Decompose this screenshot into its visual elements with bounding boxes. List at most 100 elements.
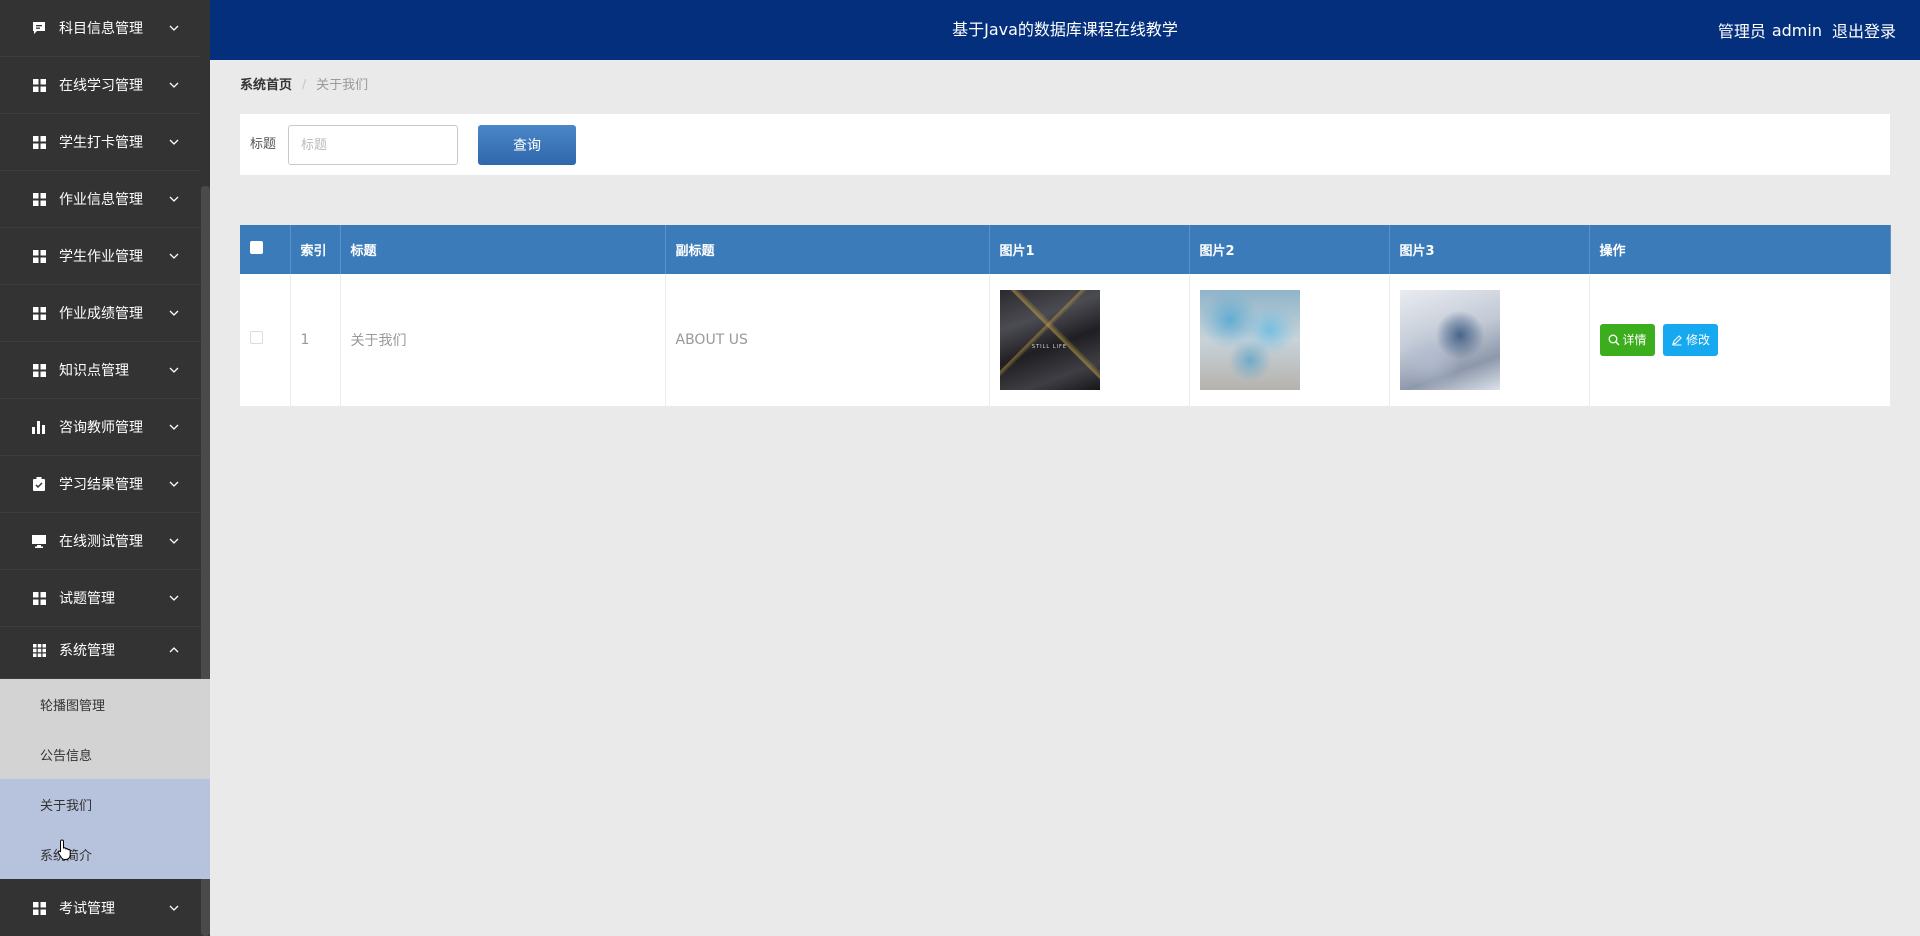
- breadcrumb-current: 关于我们: [316, 78, 369, 93]
- grid-icon: [31, 77, 47, 93]
- breadcrumb: 系统首页 / 关于我们: [240, 74, 369, 94]
- column-header-image2: 图片2: [1189, 225, 1390, 274]
- menu-item-label: 在线学习管理: [59, 78, 143, 94]
- menu-item-homework-grades[interactable]: 作业成绩管理: [0, 285, 201, 342]
- grid-icon: [31, 362, 47, 378]
- search-panel: 标题 查询: [240, 114, 1890, 175]
- row-select-cell: [240, 274, 291, 407]
- submenu-item-announcements[interactable]: 公告信息: [0, 729, 210, 779]
- hand-cursor-icon: [57, 839, 73, 861]
- chevron-down-icon: [167, 306, 181, 320]
- pencil-icon: [1671, 334, 1683, 346]
- menu-item-label: 作业信息管理: [59, 192, 143, 208]
- menu-item-system-management[interactable]: 系统管理: [0, 622, 201, 679]
- menu-item-student-homework[interactable]: 学生作业管理: [0, 228, 201, 285]
- chevron-down-icon: [167, 363, 181, 377]
- title-search-input[interactable]: [288, 125, 458, 165]
- cell-image2: [1189, 274, 1390, 407]
- submenu-item-system-intro[interactable]: 系统简介: [0, 829, 210, 879]
- column-header-subtitle: 副标题: [665, 225, 990, 274]
- row-checkbox[interactable]: [250, 331, 263, 345]
- grid-icon: [31, 248, 47, 264]
- menu-item-questions[interactable]: 试题管理: [0, 570, 201, 627]
- search-label: 标题: [250, 137, 277, 152]
- menu-item-subject-info[interactable]: 科目信息管理: [0, 0, 201, 57]
- menu-item-label: 咨询教师管理: [59, 420, 143, 436]
- menu-item-label: 知识点管理: [59, 363, 129, 379]
- data-table: 索引 标题 副标题 图片1 图片2 图片3 操作 1 关于我们 ABOUT US…: [240, 225, 1891, 407]
- menu-item-learning-results[interactable]: 学习结果管理: [0, 456, 201, 513]
- chevron-down-icon: [167, 901, 181, 915]
- search-button[interactable]: 查询: [478, 125, 576, 165]
- cell-actions: 详情 修改: [1589, 274, 1891, 407]
- breadcrumb-home[interactable]: 系统首页: [240, 74, 292, 93]
- menu-item-homework-info[interactable]: 作业信息管理: [0, 171, 201, 228]
- cell-index: 1: [290, 274, 341, 407]
- edit-button[interactable]: 修改: [1662, 323, 1718, 356]
- system-submenu: 轮播图管理 公告信息 关于我们 系统简介: [0, 679, 210, 879]
- chevron-down-icon: [167, 249, 181, 263]
- chevron-down-icon: [167, 420, 181, 434]
- header-select-all: [240, 225, 291, 274]
- sidebar: 科目信息管理 在线学习管理 学生打卡管理 作业信息管理 学生作业管理 作业成绩管…: [0, 0, 210, 936]
- cell-title: 关于我们: [340, 274, 666, 407]
- select-all-checkbox[interactable]: [250, 241, 263, 254]
- table-header-row: 索引 标题 副标题 图片1 图片2 图片3 操作: [240, 225, 1891, 274]
- menu-item-label: 学生作业管理: [59, 249, 143, 265]
- chevron-up-icon: [167, 643, 181, 657]
- logout-link[interactable]: 退出登录: [1832, 18, 1896, 42]
- menu-item-label: 作业成绩管理: [59, 306, 143, 322]
- chevron-down-icon: [167, 135, 181, 149]
- monitor-icon: [31, 533, 47, 549]
- column-header-title: 标题: [340, 225, 666, 274]
- menu-item-online-learning[interactable]: 在线学习管理: [0, 57, 201, 114]
- top-header: 基于Java的数据库课程在线教学 管理员 admin 退出登录: [210, 0, 1920, 60]
- chevron-down-icon: [167, 477, 181, 491]
- chevron-down-icon: [167, 534, 181, 548]
- menu-item-label: 科目信息管理: [59, 21, 143, 37]
- search-icon: [1608, 334, 1620, 346]
- menu-item-label: 在线测试管理: [59, 534, 143, 550]
- column-header-index: 索引: [290, 225, 341, 274]
- edit-button-label: 修改: [1685, 333, 1710, 348]
- image1-thumbnail[interactable]: STILL LIFE: [999, 289, 1100, 390]
- menu-item-student-checkin[interactable]: 学生打卡管理: [0, 114, 201, 171]
- image3-thumbnail[interactable]: [1399, 289, 1500, 390]
- detail-button[interactable]: 详情: [1599, 323, 1655, 356]
- user-role: 管理员: [1717, 22, 1766, 41]
- image2-thumbnail[interactable]: [1199, 289, 1300, 390]
- table-row: 1 关于我们 ABOUT US STILL LIFE 详情 修改: [240, 274, 1891, 407]
- cell-image1: STILL LIFE: [989, 274, 1190, 407]
- bar-chart-icon: [31, 419, 47, 435]
- username: admin: [1771, 20, 1822, 40]
- chat-icon: [31, 20, 47, 36]
- grid-icon: [31, 590, 47, 606]
- chevron-down-icon: [167, 78, 181, 92]
- menu-item-label: 试题管理: [59, 591, 115, 607]
- menu-item-exam-management[interactable]: 考试管理: [0, 880, 201, 936]
- column-header-image1: 图片1: [989, 225, 1190, 274]
- menu-item-label: 系统管理: [59, 643, 115, 659]
- header-user-area: 管理员 admin 退出登录: [1718, 0, 1896, 60]
- column-header-image3: 图片3: [1389, 225, 1590, 274]
- grid-9-icon: [31, 642, 47, 658]
- chevron-down-icon: [167, 591, 181, 605]
- grid-icon: [31, 191, 47, 207]
- menu-item-consult-teacher[interactable]: 咨询教师管理: [0, 399, 201, 456]
- menu-item-label: 学习结果管理: [59, 477, 143, 493]
- cell-image3: [1389, 274, 1590, 407]
- submenu-item-carousel[interactable]: 轮播图管理: [0, 679, 210, 729]
- menu-item-knowledge-points[interactable]: 知识点管理: [0, 342, 201, 399]
- grid-icon: [31, 305, 47, 321]
- chevron-down-icon: [167, 21, 181, 35]
- grid-icon: [31, 900, 47, 916]
- clipboard-icon: [31, 476, 47, 492]
- detail-button-label: 详情: [1622, 333, 1647, 348]
- app-title: 基于Java的数据库课程在线教学: [952, 20, 1178, 39]
- submenu-item-about-us[interactable]: 关于我们: [0, 779, 210, 829]
- grid-icon: [31, 134, 47, 150]
- breadcrumb-separator: /: [302, 76, 307, 91]
- column-header-actions: 操作: [1589, 225, 1891, 274]
- menu-item-online-test[interactable]: 在线测试管理: [0, 513, 201, 570]
- menu-item-label: 考试管理: [59, 901, 115, 917]
